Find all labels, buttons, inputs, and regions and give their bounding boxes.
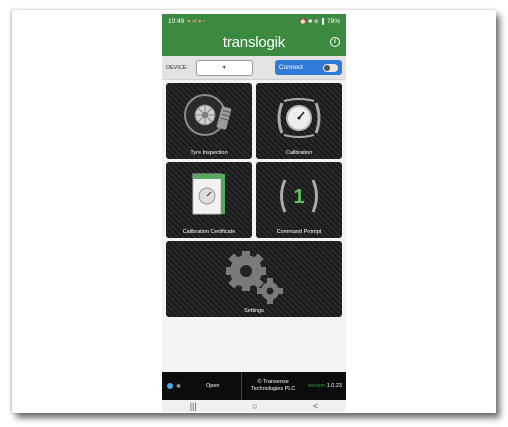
version-info: version 1.0.23 bbox=[307, 383, 342, 389]
device-select[interactable]: ▾ bbox=[195, 59, 253, 76]
system-icons: ⏰ ✱ ⊚ ▐ bbox=[299, 18, 324, 25]
tile-label: Command Prompt bbox=[276, 229, 322, 235]
copyright-line1: © Transense bbox=[257, 379, 289, 385]
certificate-icon bbox=[192, 173, 225, 215]
footer-bar: ✱ Open © Transense Technologies PLC vers… bbox=[162, 372, 346, 400]
app-logo: translogik bbox=[222, 34, 286, 51]
svg-text:1: 1 bbox=[293, 186, 304, 208]
device-bar: DEVICE: ▾ Connect bbox=[162, 56, 346, 80]
status-dot-icon bbox=[167, 383, 173, 389]
clock: 10:49 bbox=[168, 18, 185, 25]
command-prompt-icon: 1 bbox=[280, 179, 318, 213]
connect-label: Connect bbox=[278, 64, 303, 71]
tile-label: Settings bbox=[244, 308, 264, 314]
app-header: translogik i bbox=[162, 29, 346, 56]
back-icon[interactable]: < bbox=[313, 401, 318, 411]
bluetooth-icon: ✱ bbox=[176, 383, 182, 390]
connect-button[interactable]: Connect bbox=[274, 60, 343, 75]
screenshot-frame: 10:49 ♥ ✉ ♥ • ⏰ ✱ ⊚ ▐ 78% translogik i D… bbox=[12, 10, 496, 413]
connection-status: Open bbox=[206, 383, 220, 389]
device-label: DEVICE: bbox=[166, 64, 189, 71]
copyright-line2: Technologies PLC bbox=[251, 386, 296, 392]
info-icon[interactable]: i bbox=[330, 37, 340, 47]
battery-level: 78% bbox=[326, 18, 340, 25]
connect-toggle[interactable] bbox=[323, 63, 339, 72]
phone-screen: 10:49 ♥ ✉ ♥ • ⏰ ✱ ⊚ ▐ 78% translogik i D… bbox=[162, 14, 346, 412]
copyright: © Transense Technologies PLC bbox=[251, 379, 295, 393]
tile-label: Calibration Certificate bbox=[182, 229, 236, 235]
tile-label: Calibration bbox=[285, 150, 313, 156]
tile-label: Tyre Inspection bbox=[190, 150, 228, 156]
version-label: version bbox=[307, 383, 326, 389]
gauge-icon bbox=[277, 98, 321, 138]
status-bar: 10:49 ♥ ✉ ♥ • ⏰ ✱ ⊚ ▐ 78% bbox=[162, 14, 346, 29]
tile-tyre-inspection[interactable]: Tyre Inspection bbox=[166, 83, 252, 159]
tile-command-prompt[interactable]: 1 Command Prompt bbox=[256, 162, 342, 238]
tyre-icon bbox=[184, 94, 232, 136]
android-nav-bar: ||| ○ < bbox=[162, 400, 346, 412]
chevron-down-icon: ▾ bbox=[222, 65, 226, 71]
gears-icon bbox=[226, 251, 283, 304]
tile-calibration-certificate[interactable]: Calibration Certificate bbox=[166, 162, 252, 238]
recent-apps-icon[interactable]: ||| bbox=[190, 401, 197, 411]
version-number: 1.0.23 bbox=[326, 383, 342, 389]
tile-settings[interactable]: Settings bbox=[166, 241, 342, 317]
tile-calibration[interactable]: Calibration bbox=[256, 83, 342, 159]
home-icon[interactable]: ○ bbox=[252, 401, 257, 411]
notification-icons: ♥ ✉ ♥ • bbox=[187, 18, 205, 25]
